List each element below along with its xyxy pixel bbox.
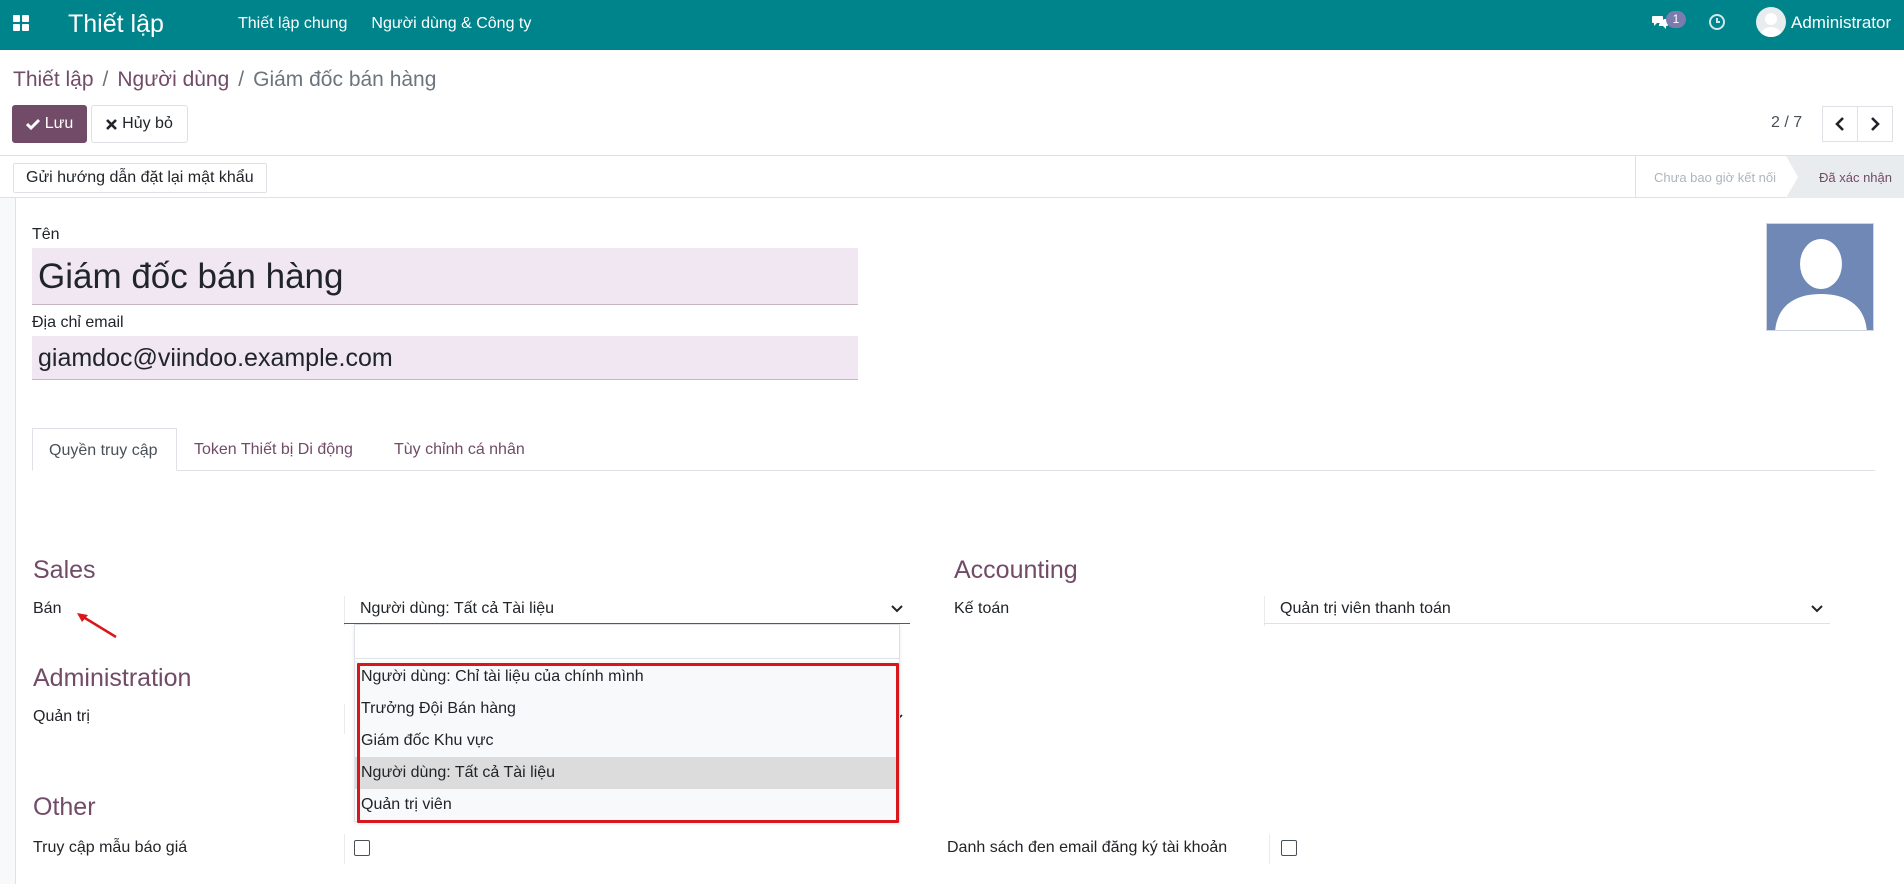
user-photo[interactable]	[1766, 223, 1874, 331]
breadcrumb-separator: /	[238, 68, 245, 91]
app-title[interactable]: Thiết lập	[68, 9, 164, 39]
user-menu-name[interactable]: Administrator	[1791, 13, 1891, 33]
tab-access-rights[interactable]: Quyền truy cập	[32, 428, 177, 471]
email-field[interactable]: giamdoc@viindoo.example.com	[32, 336, 858, 380]
field-separator	[1269, 834, 1270, 864]
quotation-template-checkbox[interactable]	[354, 840, 370, 856]
chevron-down-icon	[891, 605, 903, 613]
name-label: Tên	[32, 226, 60, 243]
activity-clock-icon[interactable]	[1708, 13, 1726, 31]
sales-rights-value: Người dùng: Tất cả Tài liệu	[360, 600, 555, 617]
name-field[interactable]: Giám đốc bán hàng	[32, 248, 858, 305]
menu-item-users-companies[interactable]: Người dùng & Công ty	[371, 14, 531, 34]
dropdown-option[interactable]: Quản trị viên	[355, 789, 899, 821]
tab-preferences[interactable]: Tùy chỉnh cá nhân	[394, 428, 525, 471]
discard-button[interactable]: Hủy bỏ	[91, 105, 188, 143]
discard-button-label: Hủy bỏ	[122, 115, 173, 132]
accounting-rights-select[interactable]: Quản trị viên thanh toán	[1264, 596, 1830, 624]
sales-label: Bán	[33, 600, 62, 617]
breadcrumb-current: Giám đốc bán hàng	[253, 68, 437, 91]
chevron-right-icon	[1871, 117, 1880, 131]
sales-rights-select[interactable]: Người dùng: Tất cả Tài liệu	[344, 596, 910, 624]
form-statusbar	[0, 156, 1904, 198]
dropdown-search-input[interactable]	[355, 625, 899, 659]
stage-never-connected[interactable]: Chưa bao giờ kết nối	[1654, 170, 1776, 185]
main-menu: Thiết lập chung Người dùng & Công ty	[238, 14, 531, 34]
field-separator	[344, 834, 345, 864]
dropdown-option[interactable]: Trưởng Đội Bán hàng	[355, 693, 899, 725]
other-section-title: Other	[33, 793, 96, 821]
accounting-section-title: Accounting	[954, 556, 1078, 584]
tab-mobile-token[interactable]: Token Thiết bị Di động	[194, 428, 353, 471]
save-button[interactable]: Lưu	[12, 105, 87, 143]
dropdown-option[interactable]: Giám đốc Khu vực	[355, 725, 899, 757]
sales-section-title: Sales	[33, 556, 96, 584]
dropdown-option-highlighted[interactable]: Người dùng: Tất cả Tài liệu	[355, 757, 899, 789]
check-icon	[25, 118, 40, 130]
reset-password-button[interactable]: Gửi hướng dẫn đặt lại mật khẩu	[13, 163, 267, 193]
pager-previous-button[interactable]	[1822, 106, 1858, 142]
pager-value[interactable]: 2 / 7	[1771, 114, 1802, 132]
breadcrumb: Thiết lập / Người dùng / Giám đốc bán hàng	[13, 67, 436, 93]
dropdown-option[interactable]: Người dùng: Chỉ tài liệu của chính mình	[355, 661, 899, 693]
user-avatar[interactable]	[1756, 7, 1786, 37]
dropdown-options: Người dùng: Chỉ tài liệu của chính mình …	[355, 661, 899, 821]
save-button-label: Lưu	[44, 115, 74, 132]
message-count-badge: 1	[1666, 11, 1686, 28]
accounting-rights-value: Quản trị viên thanh toán	[1280, 600, 1451, 617]
breadcrumb-separator: /	[102, 68, 109, 91]
email-blacklist-label: Danh sách đen email đăng ký tài khoản	[947, 839, 1228, 856]
field-separator	[344, 704, 345, 734]
email-blacklist-checkbox[interactable]	[1281, 840, 1297, 856]
quotation-template-label: Truy cập mẫu báo giá	[33, 839, 188, 856]
administration-section-title: Administration	[33, 664, 192, 692]
chevron-down-icon	[1811, 605, 1823, 613]
administration-label: Quản trị	[33, 708, 90, 725]
apps-menu-icon[interactable]	[13, 15, 29, 31]
chevron-left-icon	[1835, 117, 1844, 131]
email-label: Địa chỉ email	[32, 314, 124, 331]
pager-next-button[interactable]	[1857, 106, 1893, 142]
sales-rights-dropdown: Người dùng: Chỉ tài liệu của chính mình …	[354, 624, 900, 822]
top-navbar: Thiết lập Thiết lập chung Người dùng & C…	[0, 0, 1904, 50]
annotation-arrow-icon	[77, 613, 117, 639]
menu-item-general-settings[interactable]: Thiết lập chung	[238, 14, 347, 34]
avatar-placeholder-icon	[1767, 224, 1873, 330]
accounting-label: Kế toán	[954, 600, 1010, 617]
stage-confirmed[interactable]: Đã xác nhận	[1819, 170, 1892, 185]
breadcrumb-users[interactable]: Người dùng	[117, 68, 229, 91]
breadcrumb-settings[interactable]: Thiết lập	[13, 68, 94, 91]
close-icon	[106, 118, 118, 130]
